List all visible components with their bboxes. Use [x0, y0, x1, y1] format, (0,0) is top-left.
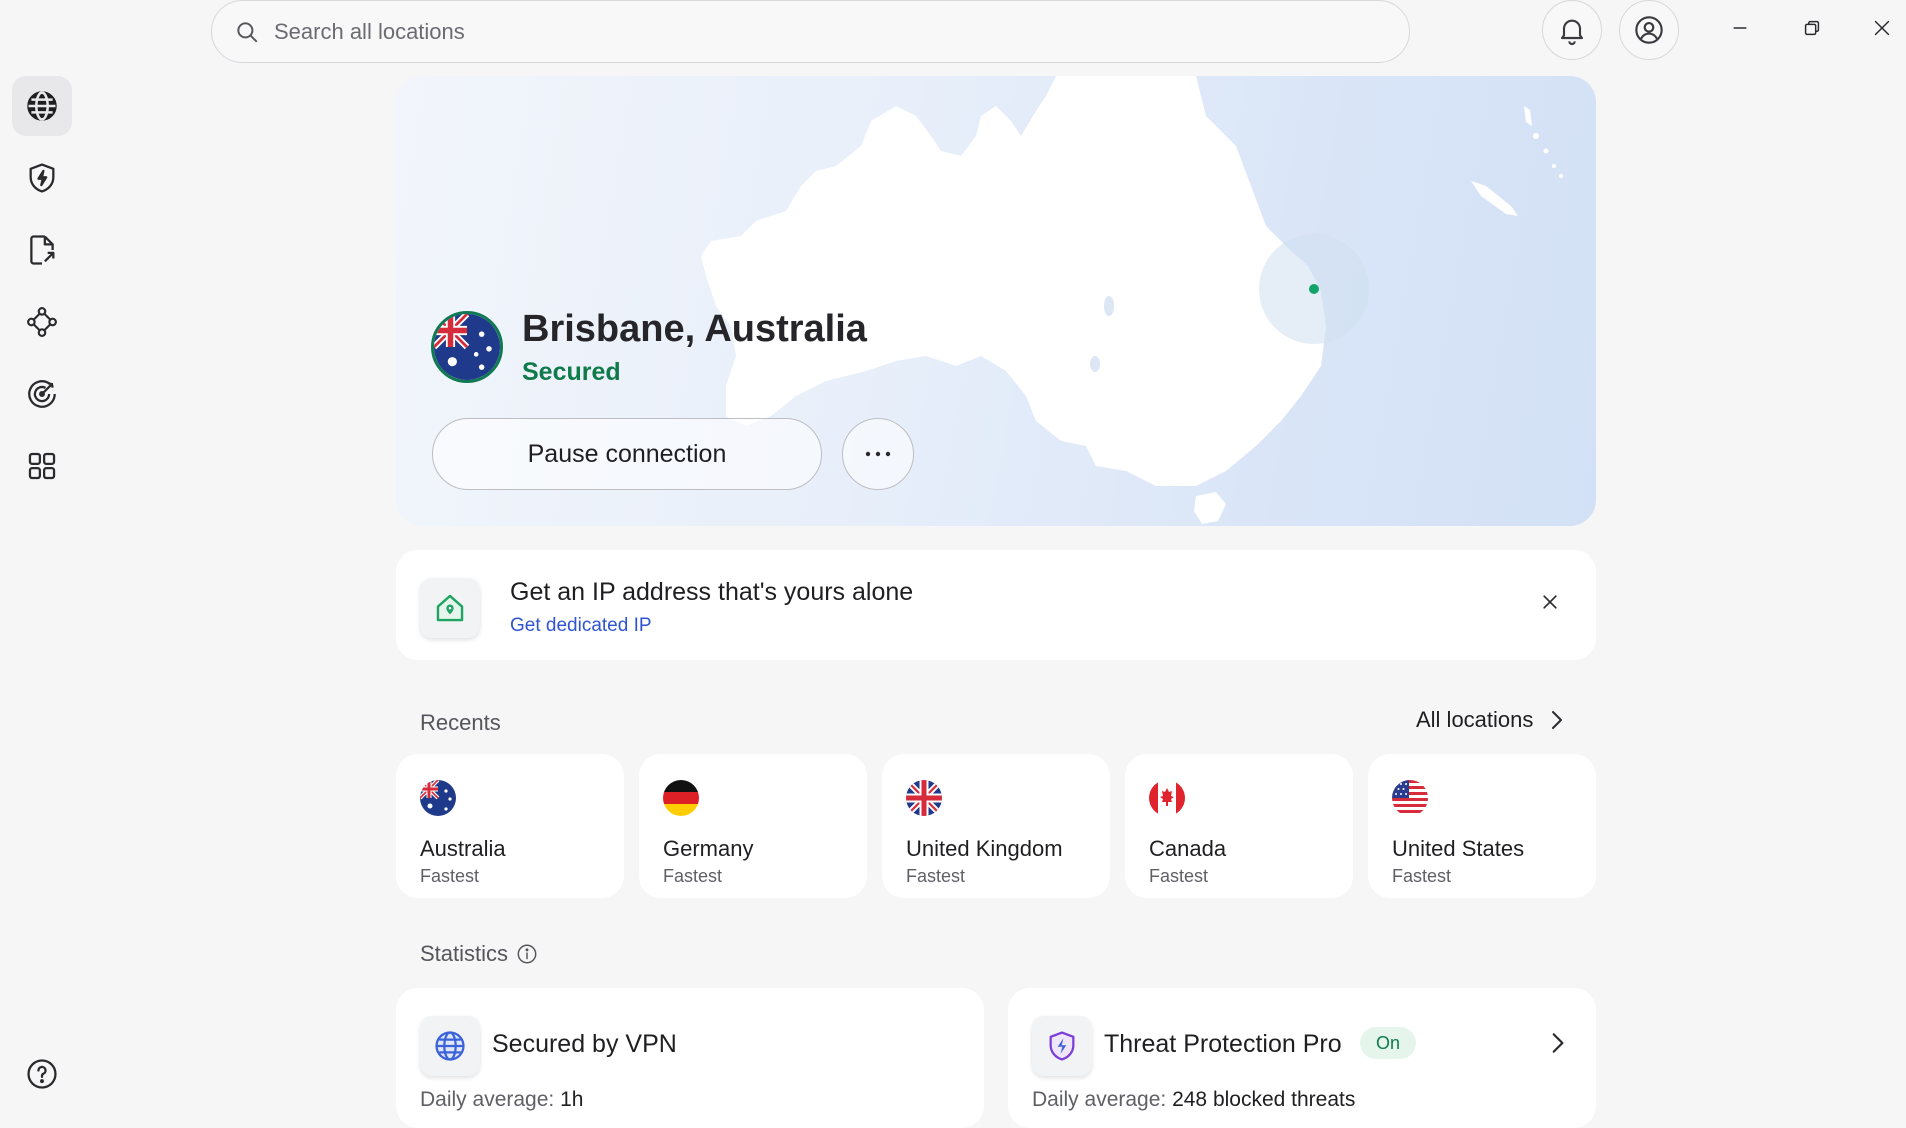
sidebar-item-file-sharing[interactable]: [12, 220, 72, 280]
threat-protection-icon-tile: [1032, 1016, 1092, 1076]
chevron-right-icon: [1552, 711, 1563, 729]
chevron-right-icon[interactable]: [1544, 1030, 1570, 1056]
australia-flag-icon: [431, 311, 503, 383]
threat-protection-card[interactable]: Threat Protection Pro On Daily average: …: [1008, 988, 1596, 1128]
recent-country-sub: Fastest: [663, 866, 723, 886]
stat-value: 248 blocked threats: [1172, 1088, 1356, 1111]
recents-label: Recents: [420, 710, 501, 735]
stat-title: Secured by VPN: [492, 1030, 677, 1058]
stat-value: 1h: [560, 1088, 584, 1111]
all-locations-link[interactable]: All locations: [1416, 707, 1565, 733]
more-horizontal-icon: [865, 451, 891, 457]
search-bar[interactable]: [211, 0, 1410, 63]
recent-country-name: Germany: [663, 836, 754, 861]
recent-location-united-kingdom[interactable]: United Kingdom Fastest: [882, 754, 1110, 898]
recent-country-name: Canada: [1149, 836, 1227, 861]
restore-button[interactable]: [1796, 12, 1828, 44]
account-button[interactable]: [1619, 0, 1679, 60]
dismiss-promo-button[interactable]: [1534, 586, 1566, 618]
notifications-button[interactable]: [1542, 0, 1602, 60]
germany-flag-icon: [663, 780, 699, 816]
recent-country-name: Australia: [420, 836, 506, 861]
get-dedicated-ip-link[interactable]: Get dedicated IP: [510, 615, 652, 637]
promo-title: Get an IP address that's yours alone: [510, 578, 914, 606]
pause-connection-button[interactable]: Pause connection: [432, 418, 822, 490]
minimize-button[interactable]: [1724, 12, 1756, 44]
account-icon: [1635, 16, 1663, 44]
canada-flag-icon: [1149, 780, 1185, 816]
statistics-header: Statistics: [420, 941, 538, 967]
sidebar-item-threat-protection[interactable]: [12, 148, 72, 208]
close-icon: [1543, 595, 1557, 609]
united-states-flag-icon: [1392, 780, 1428, 816]
sidebar-item-dark-web-monitor[interactable]: [12, 364, 72, 424]
close-window-button[interactable]: [1866, 12, 1898, 44]
apps-grid-icon: [28, 452, 56, 480]
sidebar-item-vpn[interactable]: [12, 76, 72, 136]
stat-title: Threat Protection Pro: [1104, 1030, 1342, 1058]
more-options-button[interactable]: [842, 418, 914, 490]
recent-location-germany[interactable]: Germany Fastest: [639, 754, 867, 898]
file-share-icon: [30, 235, 55, 265]
info-icon[interactable]: [516, 943, 538, 965]
search-input[interactable]: [272, 17, 1172, 46]
help-button[interactable]: [12, 1044, 72, 1104]
recent-location-australia[interactable]: Australia Fastest: [396, 754, 624, 898]
all-locations-label: All locations: [1416, 707, 1534, 732]
connected-location: Brisbane, Australia: [522, 308, 867, 350]
connection-status: Secured: [522, 358, 621, 386]
restore-icon: [1804, 20, 1820, 36]
help-icon: [27, 1059, 57, 1089]
status-badge: On: [1360, 1027, 1417, 1059]
dedicated-ip-icon-tile: [420, 578, 480, 638]
stat-daily-average: Daily average: 248 blocked threats: [1032, 1088, 1356, 1111]
search-icon: [237, 21, 258, 42]
minimize-icon: [1733, 27, 1747, 29]
home-location-icon: [436, 594, 464, 622]
united-kingdom-flag-icon: [906, 780, 942, 816]
close-icon: [1874, 20, 1890, 36]
recent-country-name: United Kingdom: [906, 836, 1063, 861]
bell-icon: [1560, 19, 1584, 45]
globe-icon: [435, 1031, 465, 1061]
recent-country-sub: Fastest: [1392, 866, 1452, 886]
secured-by-vpn-card: Secured by VPN Daily average: 1h: [396, 988, 984, 1128]
recent-country-sub: Fastest: [420, 866, 480, 886]
target-icon: [28, 380, 56, 408]
sidebar-item-apps[interactable]: [12, 436, 72, 496]
recent-country-sub: Fastest: [906, 866, 966, 886]
vpn-icon-tile: [420, 1016, 480, 1076]
dedicated-ip-promo: Get an IP address that's yours alone Get…: [396, 550, 1596, 660]
shield-bolt-icon: [1049, 1031, 1075, 1061]
australia-flag-icon: [420, 780, 456, 816]
recent-location-canada[interactable]: Canada Fastest: [1125, 754, 1353, 898]
recent-country-sub: Fastest: [1149, 866, 1209, 886]
mesh-network-icon: [27, 307, 57, 337]
sidebar-item-meshnet[interactable]: [12, 292, 72, 352]
statistics-label: Statistics: [420, 941, 509, 966]
recent-country-name: United States: [1392, 836, 1525, 861]
shield-bolt-icon: [29, 163, 55, 193]
globe-icon: [27, 91, 57, 121]
stat-daily-average: Daily average: 1h: [420, 1088, 584, 1111]
recent-location-united-states[interactable]: United States Fastest: [1368, 754, 1596, 898]
connection-card: Brisbane, Australia Secured Pause connec…: [396, 76, 1596, 526]
